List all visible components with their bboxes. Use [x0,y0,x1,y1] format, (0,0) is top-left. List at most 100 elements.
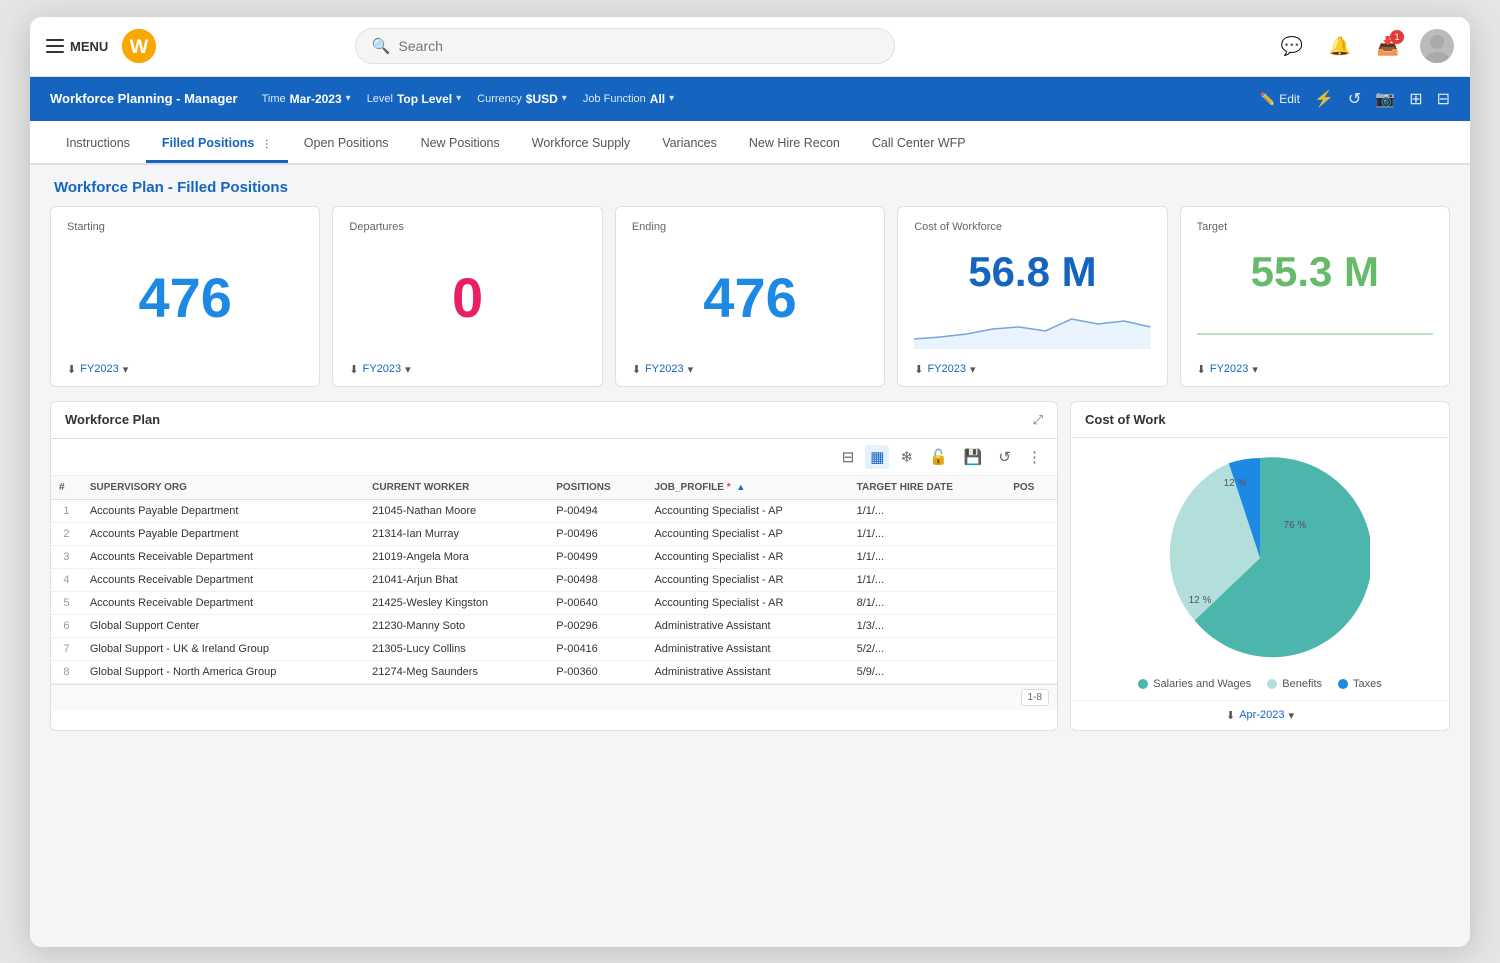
target-mini-chart [1197,299,1433,349]
cell-num: 3 [51,545,82,568]
tab-workforce-supply[interactable]: Workforce Supply [516,126,646,163]
cell-org: Global Support - UK & Ireland Group [82,637,364,660]
user-avatar[interactable] [1420,29,1454,63]
kpi-starting-label: Starting [67,221,303,233]
cell-num: 6 [51,614,82,637]
kpi-ending: Ending 476 ⬇ FY2023 ▾ [615,206,885,387]
cell-position: P-00296 [548,614,646,637]
tab-instructions[interactable]: Instructions [50,126,146,163]
blue-toolbar: Workforce Planning - Manager Time Mar-20… [30,77,1470,121]
kpi-starting: Starting 476 ⬇ FY2023 ▾ [50,206,320,387]
search-input[interactable] [399,38,878,54]
menu-button[interactable]: MENU [46,39,108,54]
layout-icon-btn[interactable]: ⊟ [1437,89,1450,109]
cell-org: Global Support Center [82,614,364,637]
cell-org: Accounts Payable Department [82,499,364,522]
kpi-departures-footer[interactable]: ⬇ FY2023 ▾ [349,363,585,376]
kpi-ending-footer[interactable]: ⬇ FY2023 ▾ [632,363,868,376]
svg-text:12 %: 12 % [1189,595,1212,606]
tab-open-positions[interactable]: Open Positions [288,126,405,163]
col-hire-date[interactable]: TARGET HIRE DATE [849,476,1006,500]
expand-icon[interactable]: ⤢ [1033,412,1043,428]
cell-num: 5 [51,591,82,614]
filter-job-function[interactable]: Job Function All ▾ [583,92,674,106]
camera-icon-btn[interactable]: 📷 [1375,89,1395,109]
cell-worker: 21045-Nathan Moore [364,499,548,522]
grid-icon-btn[interactable]: ⊞ [1409,89,1422,109]
more-toolbar-icon[interactable]: ⋮ [1022,445,1047,469]
tab-call-center-wfp[interactable]: Call Center WFP [856,126,982,163]
kpi-departures-label: Departures [349,221,585,233]
kpi-departures: Departures 0 ⬇ FY2023 ▾ [332,206,602,387]
unfreeze-toolbar-icon[interactable]: 🔓 [924,445,953,469]
filter-time[interactable]: Time Mar-2023 ▾ [262,92,351,106]
col-current-worker[interactable]: CURRENT WORKER [364,476,548,500]
tab-new-hire-recon[interactable]: New Hire Recon [733,126,856,163]
cell-hire-date: 1/1/... [849,545,1006,568]
refresh-toolbar-icon[interactable]: ↺ [993,445,1016,469]
save-toolbar-icon[interactable]: 💾 [959,445,988,469]
kpi-cost-footer[interactable]: ⬇ FY2023 ▾ [914,363,1150,376]
kpi-starting-footer[interactable]: ⬇ FY2023 ▾ [67,363,303,376]
refresh-icon-btn[interactable]: ↺ [1348,89,1361,109]
cell-num: 1 [51,499,82,522]
cell-worker: 21230-Manny Soto [364,614,548,637]
kpi-target-label: Target [1197,221,1433,233]
col-positions[interactable]: POSITIONS [548,476,646,500]
workforce-table: # SUPERVISORY ORG CURRENT WORKER POSITIO… [51,476,1057,684]
cell-job: Accounting Specialist - AR [646,545,848,568]
col-job-profile[interactable]: JOB_PROFILE * ▲ [646,476,848,500]
freeze-toolbar-icon[interactable]: ❄ [895,445,918,469]
filter-toolbar-icon[interactable]: ⊟ [837,445,860,469]
table-pager[interactable]: 1-8 [1021,689,1049,706]
menu-label: MENU [70,39,108,54]
cell-hire-date: 5/2/... [849,637,1006,660]
filter-level[interactable]: Level Top Level ▾ [367,92,461,106]
svg-text:12 %: 12 % [1224,478,1247,489]
cell-job: Administrative Assistant [646,637,848,660]
filter-currency[interactable]: Currency $USD ▾ [477,92,567,106]
tab-filled-positions[interactable]: Filled Positions ⋮ [146,126,288,163]
cell-job: Administrative Assistant [646,614,848,637]
chat-icon[interactable]: 💬 [1276,30,1308,62]
table-row[interactable]: 7 Global Support - UK & Ireland Group 21… [51,637,1057,660]
cell-job: Administrative Assistant [646,660,848,683]
columns-toolbar-icon[interactable]: ▦ [865,445,889,469]
table-row[interactable]: 4 Accounts Receivable Department 21041-A… [51,568,1057,591]
toolbar-title: Workforce Planning - Manager [50,91,238,106]
cell-worker: 21314-Ian Murray [364,522,548,545]
kpi-cost-workforce: Cost of Workforce 56.8 M ⬇ FY2023 ▾ [897,206,1167,387]
cell-org: Global Support - North America Group [82,660,364,683]
cell-num: 7 [51,637,82,660]
table-row[interactable]: 6 Global Support Center 21230-Manny Soto… [51,614,1057,637]
table-row[interactable]: 3 Accounts Receivable Department 21019-A… [51,545,1057,568]
col-pos[interactable]: POS [1005,476,1057,500]
table-row[interactable]: 2 Accounts Payable Department 21314-Ian … [51,522,1057,545]
svg-text:76 %: 76 % [1284,520,1307,531]
table-row[interactable]: 8 Global Support - North America Group 2… [51,660,1057,683]
tab-new-positions[interactable]: New Positions [405,126,516,163]
table-row[interactable]: 5 Accounts Receivable Department 21425-W… [51,591,1057,614]
cell-num: 2 [51,522,82,545]
table-footer: 1-8 [51,684,1057,710]
col-supervisory-org[interactable]: SUPERVISORY ORG [82,476,364,500]
cell-position: P-00499 [548,545,646,568]
tab-variances[interactable]: Variances [646,126,733,163]
edit-button[interactable]: ✏️ Edit [1260,92,1300,106]
legend-salaries: Salaries and Wages [1138,678,1251,690]
pie-footer[interactable]: ⬇ Apr-2023 ▾ [1071,700,1449,730]
filter-icon-btn[interactable]: ⚡ [1314,89,1334,109]
cell-pos [1005,545,1057,568]
search-icon: 🔍 [372,37,391,55]
pie-chart: 76 % 12 % 12 % [1150,448,1370,668]
kpi-target-footer[interactable]: ⬇ FY2023 ▾ [1197,363,1433,376]
inbox-badge: 1 [1390,30,1404,44]
pie-panel-title: Cost of Work [1085,412,1435,427]
app-logo: W [120,27,158,65]
table-row[interactable]: 1 Accounts Payable Department 21045-Nath… [51,499,1057,522]
bottom-row: Workforce Plan ⤢ ⊟ ▦ ❄ 🔓 💾 ↺ ⋮ [30,401,1470,747]
cell-pos [1005,568,1057,591]
inbox-icon[interactable]: 📥 1 [1372,30,1404,62]
notification-icon[interactable]: 🔔 [1324,30,1356,62]
cell-job: Accounting Specialist - AP [646,499,848,522]
